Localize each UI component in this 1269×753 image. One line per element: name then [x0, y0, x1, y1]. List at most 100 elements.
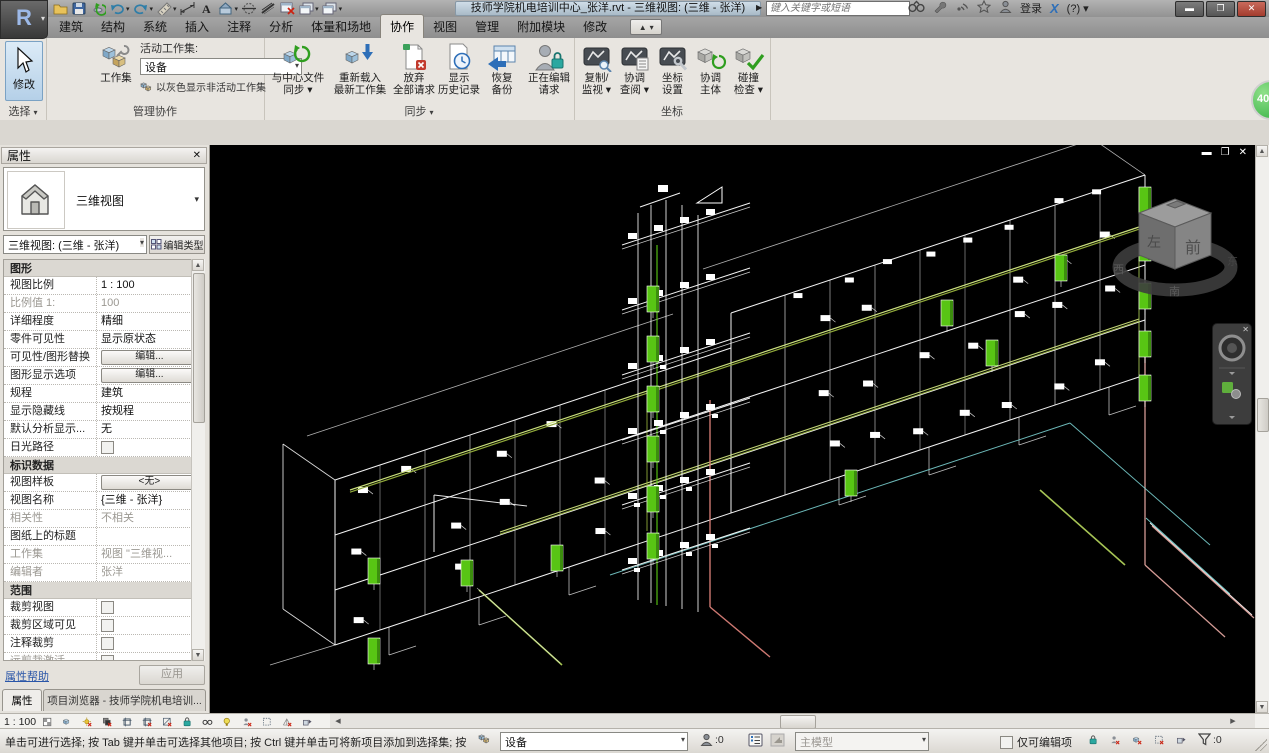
far-clip-icon[interactable] — [162, 715, 178, 729]
property-value[interactable]: 精细 — [96, 313, 204, 330]
section-icon[interactable] — [241, 2, 257, 16]
close-hidden-windows-icon[interactable] — [279, 2, 295, 16]
property-button[interactable]: <无> — [101, 475, 198, 490]
section-header[interactable]: 范围ˆ — [4, 582, 204, 599]
editing-request-grant-icon[interactable] — [1110, 733, 1126, 747]
measure-icon[interactable] — [156, 2, 172, 16]
property-checkbox[interactable] — [101, 441, 114, 454]
ribbon-tab-视图[interactable]: 视图 — [424, 15, 466, 38]
property-value[interactable]: 1 : 100 — [96, 277, 204, 294]
sync-central-button[interactable]: 与中心文件同步 ▾ — [268, 42, 328, 104]
coordinate-panel-label[interactable]: 坐标 — [574, 103, 770, 119]
property-checkbox[interactable] — [101, 655, 114, 661]
scrollbar-thumb[interactable] — [780, 715, 816, 729]
communication-center-icon[interactable] — [955, 0, 969, 16]
restore-button[interactable]: ❐ — [1206, 1, 1235, 17]
close-icon[interactable]: ✕ — [193, 150, 201, 161]
save-icon[interactable] — [71, 2, 87, 16]
type-selector[interactable]: 三维视图 ▾ — [3, 167, 205, 231]
relinquish-button[interactable]: 放弃全部请求 — [392, 42, 436, 104]
worksets-dialog-icon[interactable] — [748, 733, 763, 747]
signin-person-icon[interactable] — [999, 0, 1012, 16]
search-input[interactable] — [766, 1, 910, 16]
drag-elements-icon[interactable] — [1176, 733, 1192, 747]
sun-path-icon[interactable] — [82, 715, 98, 729]
chevron-down-icon[interactable]: ▾ — [194, 194, 199, 205]
redo-icon[interactable] — [133, 2, 149, 16]
chevron-down-icon[interactable]: ▾ — [150, 5, 154, 13]
sync-icon[interactable] — [90, 2, 106, 16]
property-button[interactable]: 编辑... — [101, 350, 198, 365]
view-close-icon[interactable]: ✕ — [1239, 147, 1247, 159]
subscription-icon[interactable] — [933, 0, 947, 16]
editing-requests-indicator[interactable]: :0 — [700, 733, 724, 746]
apply-button[interactable]: 应用 — [139, 665, 205, 685]
temporary-view-properties-icon[interactable] — [262, 715, 278, 729]
scroll-up-arrow[interactable]: ▲ — [192, 259, 204, 271]
canvas-horizontal-scrollbar[interactable]: ◀ ▶ — [330, 714, 1255, 729]
worksharing-display-icon[interactable] — [242, 715, 258, 729]
shadows-icon[interactable] — [102, 715, 118, 729]
view-minimize-icon[interactable]: ▬ — [1202, 147, 1212, 159]
properties-title-bar[interactable]: 属性 ✕ — [1, 147, 207, 164]
ribbon-tab-注释[interactable]: 注释 — [218, 15, 260, 38]
aligned-dimension-icon[interactable] — [180, 2, 196, 16]
canvas-vertical-scrollbar[interactable]: ▲ ▼ — [1255, 145, 1269, 713]
property-value[interactable]: 100 — [96, 295, 204, 312]
filter-indicator[interactable]: :0 — [1198, 733, 1222, 746]
thin-lines-icon[interactable] — [260, 2, 276, 16]
worksets-button[interactable]: 工作集 — [94, 42, 138, 104]
exchange-apps-icon[interactable]: X — [1050, 1, 1059, 16]
help-icon[interactable]: (?) ▾ — [1067, 2, 1089, 15]
chevron-down-icon[interactable]: ▾ — [173, 5, 177, 13]
close-button[interactable]: ✕ — [1237, 1, 1266, 17]
minimize-button[interactable]: ▬ — [1175, 1, 1204, 17]
drawing-area[interactable]: ▬ ❐ ✕ 西 南 东 左 前 ✕ — [210, 145, 1255, 713]
displacement-sets-icon[interactable] — [302, 715, 318, 729]
section-header[interactable]: 标识数据ˆ — [4, 457, 204, 474]
history-button[interactable]: 显示历史记录 — [437, 42, 481, 104]
properties-scrollbar[interactable]: ▲ ▼ — [191, 259, 205, 661]
reload-latest-button[interactable]: 重新载入最新工作集 — [329, 42, 391, 104]
view-cube[interactable]: 西 南 东 左 前 — [1105, 185, 1245, 305]
copy-monitor-button[interactable]: 复制/监视 ▾ — [578, 42, 615, 104]
viewcube-west-label[interactable]: 西 — [1113, 264, 1124, 276]
temporary-hide-isolate-icon[interactable] — [202, 715, 218, 729]
chevron-down-icon[interactable]: ▾ — [315, 5, 319, 13]
property-value[interactable]: {三维 - 张洋} — [96, 492, 204, 509]
navbar-close-icon[interactable]: ✕ — [1242, 325, 1249, 334]
viewcube-left-label[interactable]: 左 — [1147, 234, 1161, 250]
release-worksets-icon[interactable] — [1088, 733, 1104, 747]
ribbon-tab-系统[interactable]: 系统 — [134, 15, 176, 38]
synchronize-panel-label[interactable]: 同步 ▾ — [264, 103, 574, 119]
edit-type-button[interactable]: 编辑类型 — [149, 235, 205, 254]
property-value[interactable]: 建筑 — [96, 385, 204, 402]
chevron-down-icon[interactable]: ▾ — [235, 5, 239, 13]
reveal-hidden-elements-icon[interactable] — [222, 715, 238, 729]
title-expand-arrow[interactable]: ▶ — [756, 3, 762, 12]
property-value[interactable]: 按规程 — [96, 403, 204, 420]
resize-grip[interactable] — [1255, 739, 1267, 751]
undo-icon[interactable] — [109, 2, 125, 16]
manage-collaboration-panel-label[interactable]: 管理协作 — [46, 103, 264, 119]
properties-help-link[interactable]: 属性帮助 — [5, 668, 49, 684]
property-checkbox[interactable] — [101, 601, 114, 614]
status-workset-combo[interactable]: 设备▾ — [500, 732, 688, 751]
lock-3d-view-icon[interactable] — [182, 715, 198, 729]
analytical-model-icon[interactable] — [282, 715, 298, 729]
scroll-down-arrow[interactable]: ▼ — [1256, 701, 1268, 713]
application-menu-button[interactable]: R▾ — [0, 0, 48, 39]
ribbon-minimize-button[interactable]: ▲▾ — [630, 19, 662, 35]
scroll-down-arrow[interactable]: ▼ — [192, 649, 204, 661]
default-3d-view-icon[interactable] — [218, 2, 234, 16]
property-checkbox[interactable] — [101, 637, 114, 650]
tab-properties[interactable]: 属性 — [2, 689, 42, 711]
property-value[interactable]: 不相关 — [96, 510, 204, 527]
view-restore-icon[interactable]: ❐ — [1221, 147, 1230, 159]
scroll-left-arrow[interactable]: ◀ — [332, 715, 344, 728]
crop-view-icon[interactable] — [122, 715, 138, 729]
editable-only-checkbox[interactable]: 仅可编辑项 — [1000, 734, 1072, 750]
ribbon-tab-附加模块[interactable]: 附加模块 — [508, 15, 574, 38]
scroll-right-arrow[interactable]: ▶ — [1227, 715, 1239, 728]
viewcube-east-label[interactable]: 东 — [1227, 255, 1238, 268]
